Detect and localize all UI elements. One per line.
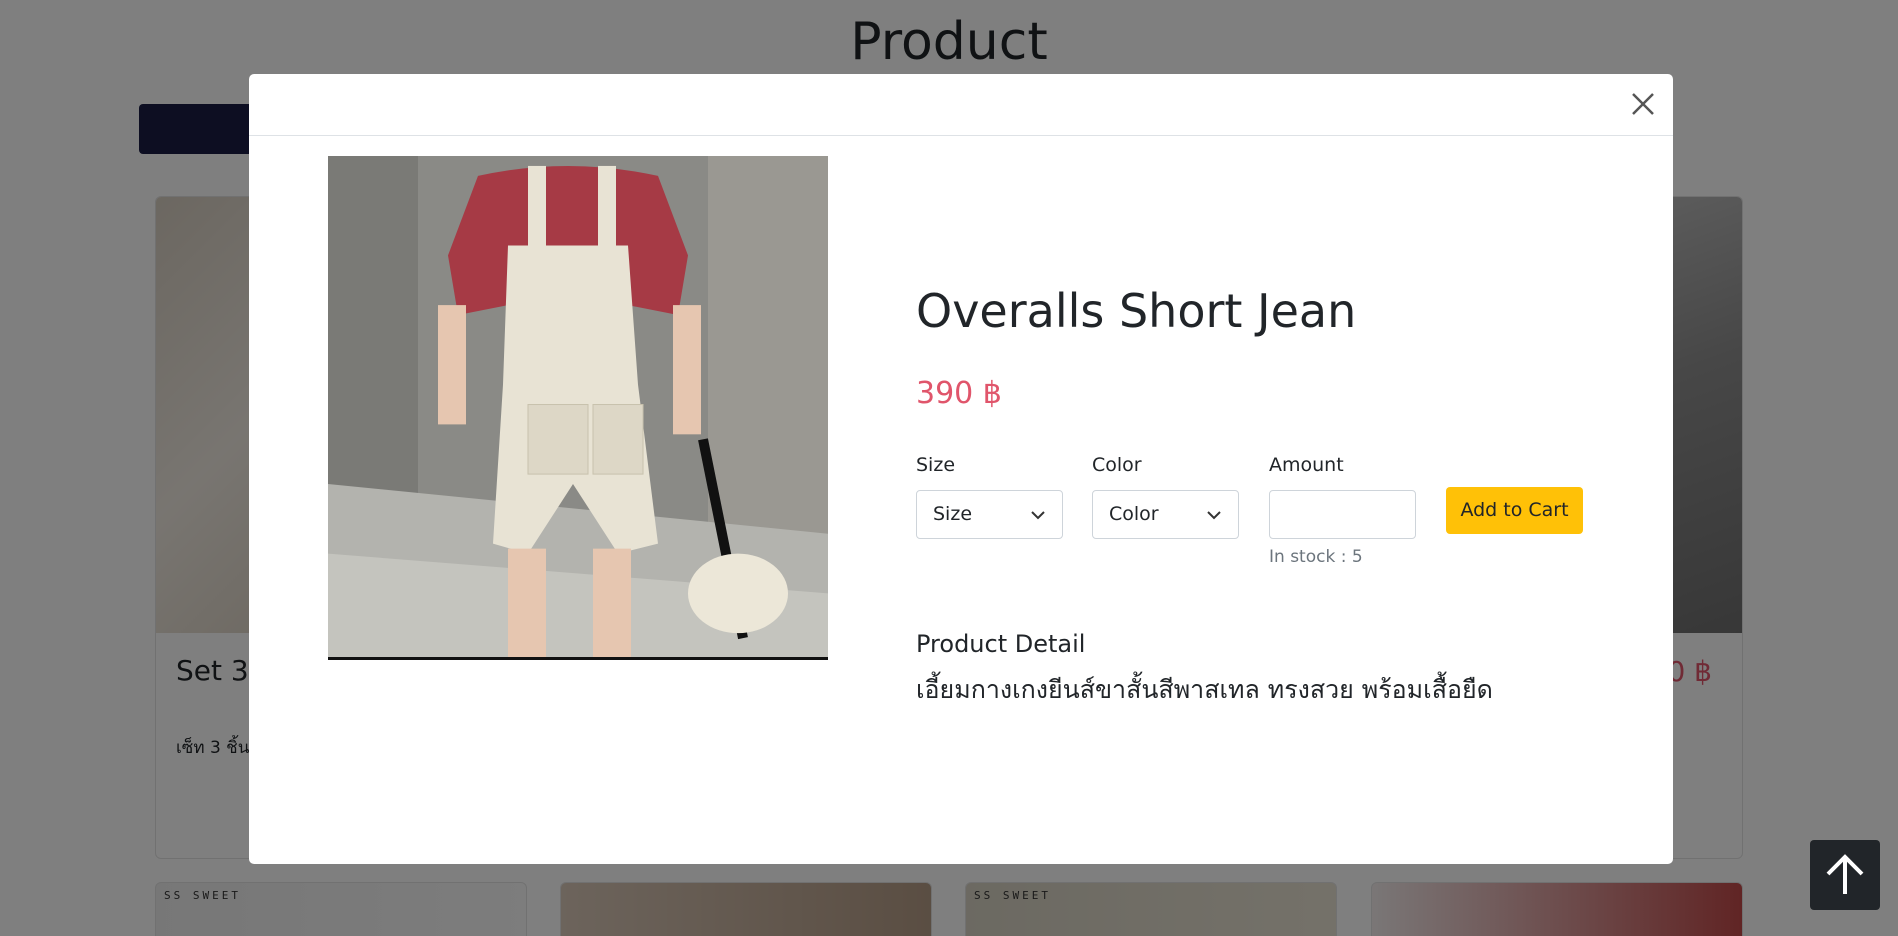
close-icon [1632,93,1654,115]
size-select[interactable]: Size [916,490,1063,539]
color-select-value: Color [1109,503,1159,525]
add-to-cart-button[interactable]: Add to Cart [1446,487,1583,534]
chevron-down-icon [1031,511,1045,520]
amount-input[interactable] [1269,490,1416,539]
product-modal: Overalls Short Jean 390 ฿ Size Size Colo… [249,74,1673,864]
arrow-up-icon [1826,854,1864,894]
size-select-value: Size [933,503,973,525]
stock-text: In stock : 5 [1269,547,1363,567]
scroll-to-top-button[interactable] [1810,840,1880,910]
color-select[interactable]: Color [1092,490,1239,539]
close-button[interactable] [1627,88,1659,120]
product-image [328,156,828,660]
modal-header [249,74,1673,136]
product-detail-text: เอี้ยมกางเกงยีนส์ขาสั้นสีพาสเทล ทรงสวย พ… [916,675,1493,704]
amount-label: Amount [1269,454,1344,476]
size-label: Size [916,454,956,476]
chevron-down-icon [1207,511,1221,520]
product-name: Overalls Short Jean [916,284,1357,338]
product-price: 390 ฿ [916,376,1002,411]
color-label: Color [1092,454,1142,476]
product-detail-label: Product Detail [916,630,1086,658]
